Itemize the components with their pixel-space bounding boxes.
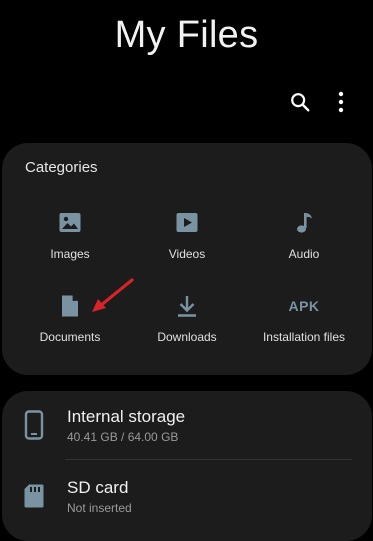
category-audio[interactable]: Audio — [244, 209, 364, 279]
category-downloads[interactable]: Downloads — [127, 292, 247, 362]
annotation-arrow-icon — [92, 278, 134, 312]
storage-sd-card[interactable]: SD card Not inserted — [2, 469, 372, 529]
storage-title: Internal storage — [67, 407, 186, 426]
phone-storage-icon — [22, 408, 46, 442]
music-note-icon — [290, 209, 318, 237]
categories-heading: Categories — [25, 159, 98, 176]
download-icon — [173, 292, 201, 320]
category-installation-files[interactable]: APK Installation files — [244, 292, 364, 362]
category-videos[interactable]: Videos — [127, 209, 247, 279]
storage-usage: 40.41 GB / 64.00 GB — [67, 430, 179, 444]
category-label: Images — [50, 247, 90, 261]
storage-card: Internal storage 40.41 GB / 64.00 GB SD … — [2, 391, 372, 541]
more-options-button[interactable] — [327, 88, 355, 116]
category-label: Documents — [39, 330, 101, 344]
apk-icon: APK — [288, 298, 320, 314]
storage-internal[interactable]: Internal storage 40.41 GB / 64.00 GB — [2, 398, 372, 458]
search-icon — [291, 93, 310, 112]
category-images[interactable]: Images — [10, 209, 130, 279]
category-label: Audio — [288, 247, 320, 261]
more-vertical-icon — [338, 91, 344, 113]
page-title: My Files — [114, 14, 259, 56]
sd-card-icon — [22, 479, 46, 513]
document-icon — [56, 292, 84, 320]
image-icon — [56, 209, 84, 237]
video-icon — [173, 209, 201, 237]
category-label: Installation files — [262, 330, 346, 344]
category-label: Videos — [168, 247, 206, 261]
divider — [65, 459, 352, 460]
search-button[interactable] — [286, 88, 314, 116]
storage-title: SD card — [67, 478, 129, 497]
categories-card: Categories Images Videos Audio Documents… — [2, 143, 372, 375]
storage-status: Not inserted — [67, 501, 132, 515]
category-label: Downloads — [157, 330, 217, 344]
